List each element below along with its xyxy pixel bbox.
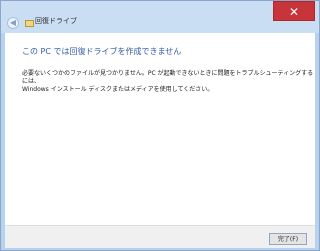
title-bar: ◀ 回復ドライブ ✕ xyxy=(1,1,319,33)
window-title: 回復ドライブ xyxy=(35,17,77,25)
finish-button[interactable]: 完了(F) xyxy=(269,233,307,245)
back-button[interactable]: ◀ xyxy=(7,17,19,29)
error-heading: この PC では回復ドライブを作成できません xyxy=(22,47,182,56)
recovery-drive-window: ◀ 回復ドライブ ✕ この PC では回復ドライブを作成できません 必要ないくつ… xyxy=(0,0,320,251)
drive-icon xyxy=(25,20,34,27)
bottom-bar: 完了(F) xyxy=(5,225,315,248)
error-message: 必要ないくつかのファイルが見つかりません。PC が起動できないときに問題をトラブ… xyxy=(22,70,314,93)
main-content: この PC では回復ドライブを作成できません 必要ないくつかのファイルが見つかり… xyxy=(5,33,315,225)
close-button[interactable]: ✕ xyxy=(273,1,315,21)
